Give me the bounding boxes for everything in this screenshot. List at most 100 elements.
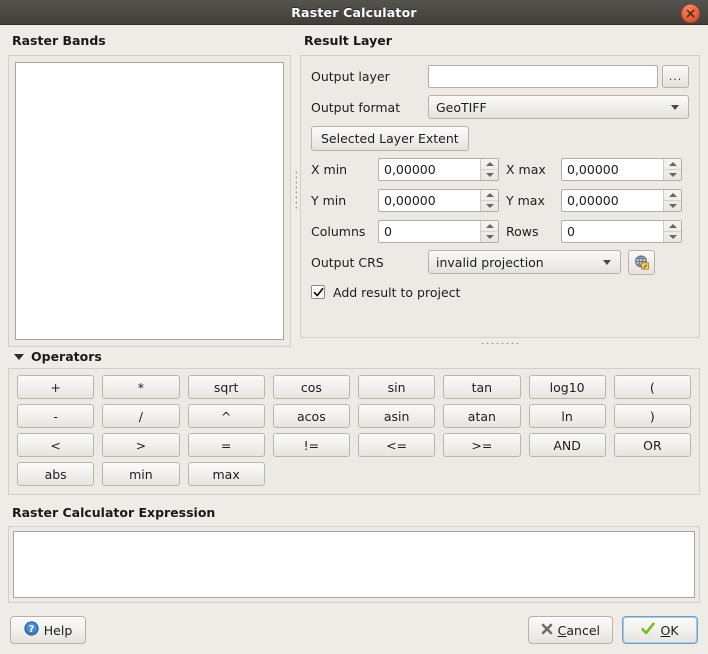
output-format-value: GeoTIFF: [436, 100, 671, 115]
columns-step-up[interactable]: [481, 221, 498, 231]
output-crs-row: Output CRS invalid projection: [311, 250, 689, 274]
output-crs-label: Output CRS: [311, 255, 428, 270]
help-button-label: Help: [44, 623, 73, 638]
columns-stepper[interactable]: [480, 221, 498, 242]
y-max-stepper[interactable]: [663, 190, 681, 211]
x-max-stepper[interactable]: [663, 159, 681, 180]
operator-button-close-paren[interactable]: ): [614, 404, 691, 428]
y-min-spinbox[interactable]: 0,00000: [378, 189, 499, 212]
operator-button-and[interactable]: AND: [529, 433, 606, 457]
x-extent-row: X min 0,00000 X max 0,00000: [311, 157, 689, 181]
operator-button-multiply[interactable]: *: [102, 375, 179, 399]
operator-button-less-or-equal[interactable]: <=: [358, 433, 435, 457]
y-extent-row: Y min 0,00000 Y max 0,00000: [311, 188, 689, 212]
columns-step-down[interactable]: [481, 232, 498, 242]
x-min-step-up[interactable]: [481, 159, 498, 169]
operator-button-sin[interactable]: sin: [358, 375, 435, 399]
splitter-grip-dots: [480, 342, 520, 344]
chevron-down-icon: [14, 354, 24, 360]
operators-group-header[interactable]: Operators: [14, 349, 700, 364]
y-max-step-up[interactable]: [664, 190, 681, 200]
x-max-step-down[interactable]: [664, 170, 681, 180]
rows-step-down[interactable]: [664, 232, 681, 242]
splitter-grip-dots: [295, 170, 297, 210]
operator-button-acos[interactable]: acos: [273, 404, 350, 428]
output-crs-value: invalid projection: [436, 255, 603, 270]
x-min-stepper[interactable]: [480, 159, 498, 180]
operator-button-minus[interactable]: -: [17, 404, 94, 428]
operators-section: Operators + * sqrt cos sin tan log10 ( -…: [0, 349, 708, 495]
add-result-checkbox[interactable]: [311, 285, 325, 299]
x-max-spinbox[interactable]: 0,00000: [561, 158, 682, 181]
output-format-select[interactable]: GeoTIFF: [428, 95, 689, 119]
expression-input[interactable]: [13, 531, 695, 598]
svg-text:?: ?: [28, 624, 34, 635]
y-max-spinbox[interactable]: 0,00000: [561, 189, 682, 212]
raster-bands-group: [8, 55, 291, 347]
operator-button-plus[interactable]: +: [17, 375, 94, 399]
rows-step-up[interactable]: [664, 221, 681, 231]
y-min-step-down[interactable]: [481, 201, 498, 211]
x-min-step-down[interactable]: [481, 170, 498, 180]
cancel-label-rest: ancel: [566, 623, 600, 638]
vertical-splitter-handle[interactable]: [291, 33, 300, 347]
y-min-stepper[interactable]: [480, 190, 498, 211]
operator-button-power[interactable]: ^: [188, 404, 265, 428]
operator-button-abs[interactable]: abs: [17, 462, 94, 486]
y-max-step-down[interactable]: [664, 201, 681, 211]
x-min-spinbox[interactable]: 0,00000: [378, 158, 499, 181]
operator-button-log10[interactable]: log10: [529, 375, 606, 399]
output-crs-select[interactable]: invalid projection: [428, 250, 621, 274]
caret-down-icon: [669, 204, 677, 208]
operator-button-greater-or-equal[interactable]: >=: [443, 433, 520, 457]
expression-section: Raster Calculator Expression: [0, 495, 708, 603]
x-max-step-up[interactable]: [664, 159, 681, 169]
operator-button-equals[interactable]: =: [188, 433, 265, 457]
operator-button-not-equals[interactable]: !=: [273, 433, 350, 457]
close-icon[interactable]: [681, 4, 700, 23]
ok-accel-letter: O: [660, 623, 670, 638]
globe-edit-icon[interactable]: [628, 250, 655, 275]
ok-label-rest: K: [670, 623, 678, 638]
rows-spinbox[interactable]: 0: [561, 220, 682, 243]
output-layer-input[interactable]: [428, 65, 658, 88]
cross-icon: [541, 623, 553, 638]
operator-button-ln[interactable]: ln: [529, 404, 606, 428]
operator-button-atan[interactable]: atan: [443, 404, 520, 428]
operators-box: + * sqrt cos sin tan log10 ( - / ^ acos …: [8, 368, 700, 495]
raster-bands-list[interactable]: [15, 62, 284, 340]
operator-button-open-paren[interactable]: (: [614, 375, 691, 399]
x-max-value: 0,00000: [562, 159, 663, 180]
operator-button-less-than[interactable]: <: [17, 433, 94, 457]
selected-layer-extent-button[interactable]: Selected Layer Extent: [311, 126, 469, 151]
operator-button-or[interactable]: OR: [614, 433, 691, 457]
operator-button-tan[interactable]: tan: [443, 375, 520, 399]
dialog-body: Raster Bands Result Layer Output layer .…: [0, 25, 708, 654]
x-max-label: X max: [499, 162, 561, 177]
help-icon: ?: [24, 621, 39, 639]
operator-button-greater-than[interactable]: >: [102, 433, 179, 457]
operator-button-cos[interactable]: cos: [273, 375, 350, 399]
rows-stepper[interactable]: [663, 221, 681, 242]
help-button[interactable]: ? Help: [10, 616, 86, 644]
y-min-step-up[interactable]: [481, 190, 498, 200]
output-layer-row: Output layer ...: [311, 64, 689, 88]
rows-label: Rows: [499, 224, 561, 239]
ok-button[interactable]: OK: [622, 616, 698, 644]
caret-up-icon: [669, 224, 677, 228]
operator-button-min[interactable]: min: [102, 462, 179, 486]
operator-button-sqrt[interactable]: sqrt: [188, 375, 265, 399]
result-layer-group: Output layer ... Output format GeoTIFF: [300, 55, 700, 338]
operators-title: Operators: [31, 349, 102, 364]
caret-down-icon: [486, 235, 494, 239]
output-layer-browse-button[interactable]: ...: [662, 65, 689, 88]
columns-value: 0: [379, 221, 480, 242]
operator-button-max[interactable]: max: [188, 462, 265, 486]
cancel-button[interactable]: Cancel: [528, 616, 613, 644]
columns-spinbox[interactable]: 0: [378, 220, 499, 243]
y-min-value: 0,00000: [379, 190, 480, 211]
operator-button-divide[interactable]: /: [102, 404, 179, 428]
selected-layer-extent-row: Selected Layer Extent: [311, 126, 689, 150]
horizontal-splitter-handle[interactable]: [300, 338, 700, 347]
operator-button-asin[interactable]: asin: [358, 404, 435, 428]
